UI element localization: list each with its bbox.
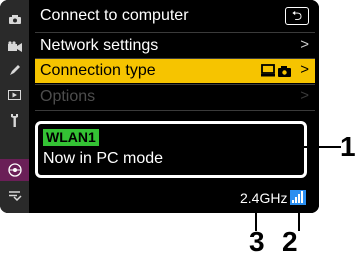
menu-item-connection-type[interactable]: Connection type > bbox=[35, 59, 315, 83]
callout-label-2: 2 bbox=[282, 226, 298, 257]
callout-label-3: 3 bbox=[249, 226, 265, 257]
camera-screen: Connect to computer ⮌ Network settings >… bbox=[0, 0, 319, 213]
band-indicator: 2.4GHz bbox=[240, 190, 288, 206]
movie-camera-icon[interactable] bbox=[0, 35, 29, 57]
my-menu-icon[interactable] bbox=[0, 184, 29, 206]
menu-content: Connect to computer ⮌ Network settings >… bbox=[29, 0, 319, 213]
computer-camera-icon bbox=[261, 64, 293, 83]
callout-line-1 bbox=[301, 146, 341, 148]
menu-item-options: Options > bbox=[35, 85, 315, 109]
back-button[interactable]: ⮌ bbox=[285, 7, 309, 25]
wrench-icon[interactable] bbox=[0, 109, 29, 131]
menu-item-label: Options bbox=[40, 88, 96, 105]
network-icon[interactable] bbox=[0, 159, 29, 181]
callout-label-1: 1 bbox=[340, 131, 356, 162]
connection-status-box: WLAN1 Now in PC mode bbox=[35, 121, 307, 178]
divider bbox=[35, 32, 315, 33]
playback-icon[interactable] bbox=[0, 84, 29, 106]
sidebar bbox=[0, 0, 29, 213]
status-message: Now in PC mode bbox=[43, 150, 164, 167]
camera-icon[interactable] bbox=[0, 8, 29, 30]
menu-item-network-settings[interactable]: Network settings > bbox=[35, 34, 315, 58]
menu-item-label: Connection type bbox=[40, 62, 156, 79]
page-title: Connect to computer bbox=[40, 7, 189, 24]
divider bbox=[35, 110, 315, 111]
header-row: Connect to computer ⮌ bbox=[35, 6, 315, 30]
chevron-right-icon: > bbox=[300, 87, 309, 104]
menu-item-label: Network settings bbox=[40, 37, 159, 54]
pencil-icon[interactable] bbox=[0, 59, 29, 81]
callout-line-2 bbox=[298, 205, 300, 231]
chevron-right-icon: > bbox=[300, 36, 309, 53]
chevron-right-icon: > bbox=[300, 61, 309, 78]
profile-name-badge: WLAN1 bbox=[43, 129, 99, 146]
